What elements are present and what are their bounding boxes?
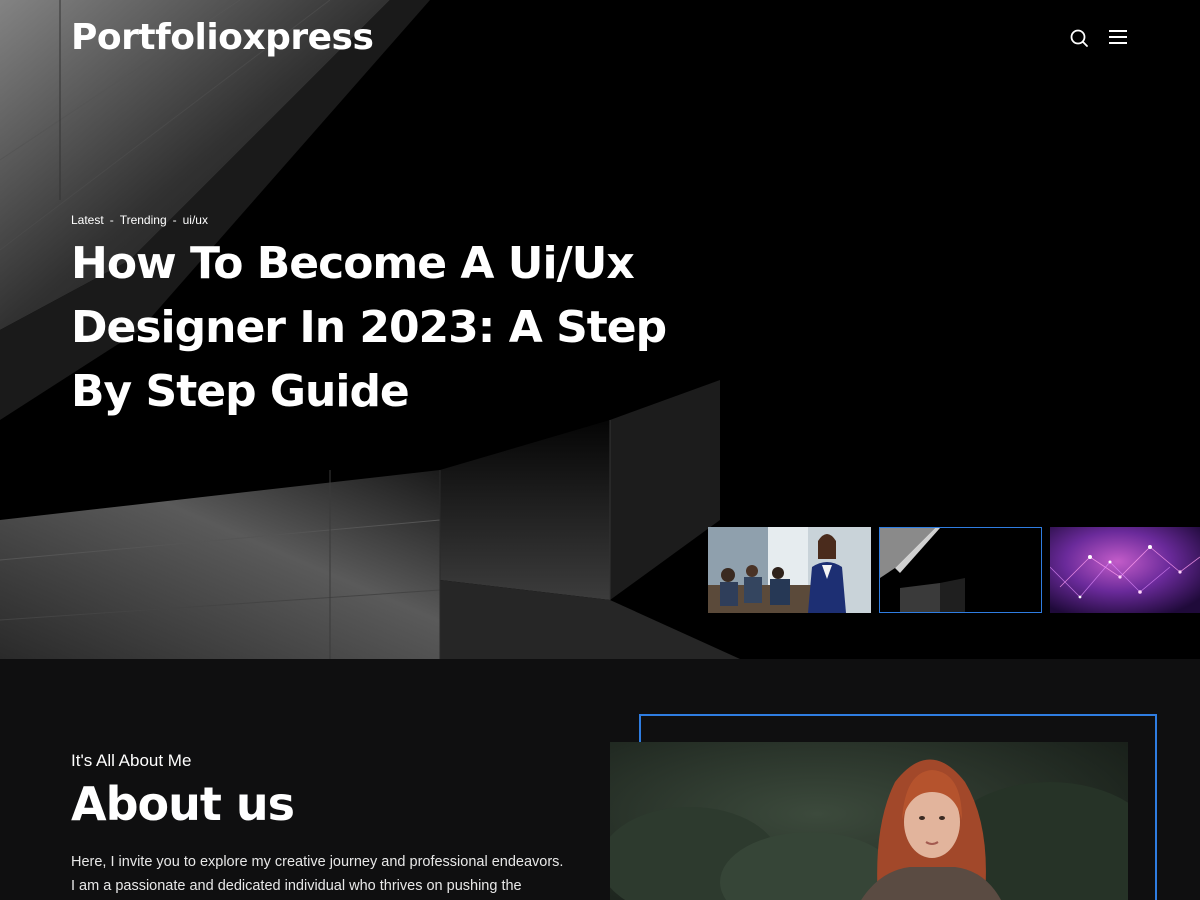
breadcrumb-trending[interactable]: Trending: [120, 213, 167, 227]
hero-slider-thumbnails: [708, 527, 1200, 613]
about-eyebrow: It's All About Me: [71, 751, 192, 770]
breadcrumb-latest[interactable]: Latest: [71, 213, 104, 227]
about-text-line-1: Here, I invite you to explore my creativ…: [71, 854, 564, 870]
about-section: It's All About Me About us Here, I invit…: [0, 659, 1200, 900]
slider-thumbnail-network-abstract[interactable]: [1050, 527, 1200, 613]
category-breadcrumb: Latest - Trending - ui/ux: [71, 213, 208, 227]
hero-section: Portfolioxpress Latest - Trending - ui/ux Ho…: [0, 0, 1200, 659]
hero-post-title[interactable]: How To Become A Ui/Ux Designer In 2023: …: [71, 232, 671, 424]
breadcrumb-separator: -: [172, 213, 177, 227]
about-heading: About us: [71, 777, 295, 831]
about-portrait-photo: [610, 742, 1128, 900]
hamburger-menu-icon[interactable]: [1106, 26, 1130, 50]
breadcrumb-uiux[interactable]: ui/ux: [183, 213, 208, 227]
site-logo[interactable]: Portfolioxpress: [71, 17, 374, 58]
about-description: Here, I invite you to explore my creativ…: [71, 850, 591, 898]
slider-thumbnail-architecture[interactable]: [879, 527, 1042, 613]
about-text-line-2: I am a passionate and dedicated individu…: [71, 878, 522, 894]
site-header: Portfolioxpress: [0, 0, 1200, 80]
breadcrumb-separator: -: [109, 213, 114, 227]
search-icon[interactable]: [1067, 26, 1091, 50]
slider-thumbnail-business-meeting[interactable]: [708, 527, 871, 613]
